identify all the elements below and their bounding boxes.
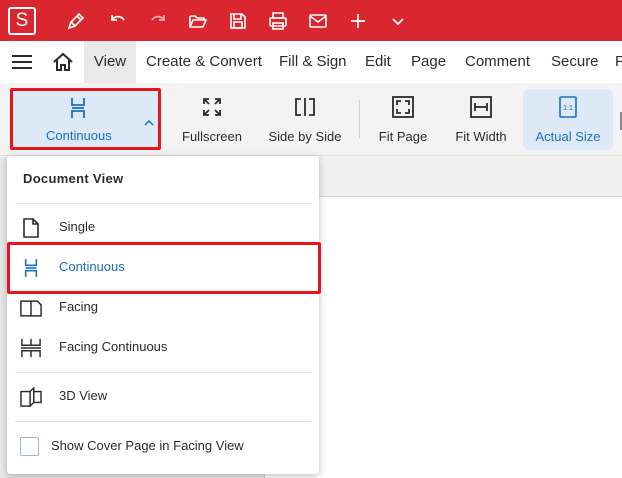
email-icon[interactable]: [304, 7, 332, 35]
fit-width-label: Fit Width: [455, 129, 507, 144]
save-icon[interactable]: [224, 7, 252, 35]
dropdown-divider: [15, 421, 311, 422]
dropdown-title: Document View: [23, 171, 124, 186]
side-by-side-button[interactable]: Side by Side: [266, 83, 344, 156]
side-by-side-label: Side by Side: [268, 129, 342, 144]
actual-size-icon-text: 1:1: [563, 105, 573, 112]
view-option-label: Facing: [59, 299, 99, 314]
undo-icon[interactable]: [104, 7, 132, 35]
tab-secure[interactable]: Secure: [551, 41, 599, 83]
title-bar: S: [0, 0, 622, 41]
fit-width-button[interactable]: Fit Width: [450, 83, 512, 156]
cover-page-checkbox-label[interactable]: Show Cover Page in Facing View: [51, 438, 244, 453]
new-plus-icon[interactable]: [344, 7, 372, 35]
fullscreen-icon: [202, 95, 222, 119]
continuous-button-label: Continuous: [46, 128, 112, 143]
tab-edit[interactable]: Edit: [365, 41, 391, 83]
tab-page[interactable]: Page: [411, 41, 446, 83]
facing-icon: [20, 297, 42, 319]
continuous-dropdown-button[interactable]: Continuous: [10, 88, 161, 150]
tab-create-convert[interactable]: Create & Convert: [146, 41, 262, 83]
home-icon[interactable]: [52, 52, 74, 72]
tab-view[interactable]: View: [84, 41, 136, 83]
toolbar-divider: [359, 100, 360, 138]
cover-page-checkbox[interactable]: [20, 437, 39, 456]
open-folder-icon[interactable]: [184, 7, 212, 35]
actual-size-icon: 1:1: [559, 95, 577, 119]
actual-size-label: Actual Size: [535, 129, 601, 144]
fullscreen-button[interactable]: Fullscreen: [176, 83, 248, 156]
view-option-label: Single: [59, 219, 96, 234]
chevron-up-icon: [144, 113, 154, 131]
fit-width-icon: [470, 95, 492, 119]
facing-continuous-icon: [20, 337, 42, 359]
selection-highlight-box: [7, 242, 321, 294]
view-option-label: 3D View: [59, 388, 108, 403]
app-logo-letter: S: [15, 10, 29, 31]
hamburger-menu-icon[interactable]: [12, 54, 32, 70]
single-page-icon: [20, 217, 42, 239]
actual-size-button[interactable]: 1:1 Actual Size: [528, 83, 608, 156]
app-logo[interactable]: S: [8, 7, 36, 35]
dropdown-divider: [15, 203, 311, 204]
tab-overflow[interactable]: F: [615, 41, 622, 83]
document-view-dropdown: Document View Single Continuous Facing F…: [7, 156, 319, 474]
continuous-icon: [69, 97, 87, 124]
fit-page-button[interactable]: Fit Page: [372, 83, 434, 156]
side-by-side-icon: [294, 95, 316, 119]
view-option-single[interactable]: Single: [7, 207, 319, 247]
print-icon[interactable]: [264, 7, 292, 35]
tab-fill-sign[interactable]: Fill & Sign: [279, 41, 347, 83]
fit-page-icon: [392, 95, 414, 119]
dropdown-divider: [15, 372, 311, 373]
fullscreen-label: Fullscreen: [182, 129, 242, 144]
view-option-3d[interactable]: 3D View: [7, 376, 319, 416]
view-option-facing-continuous[interactable]: Facing Continuous: [7, 327, 319, 367]
view-option-label: Facing Continuous: [59, 339, 168, 354]
fit-page-label: Fit Page: [378, 129, 428, 144]
redo-icon[interactable]: [144, 7, 172, 35]
tab-comment[interactable]: Comment: [465, 41, 530, 83]
sign-pen-icon[interactable]: [62, 7, 90, 35]
3d-view-icon: [20, 386, 42, 408]
menu-bar: View Create & Convert Fill & Sign Edit P…: [0, 41, 622, 83]
chevron-down-icon[interactable]: [384, 7, 412, 35]
